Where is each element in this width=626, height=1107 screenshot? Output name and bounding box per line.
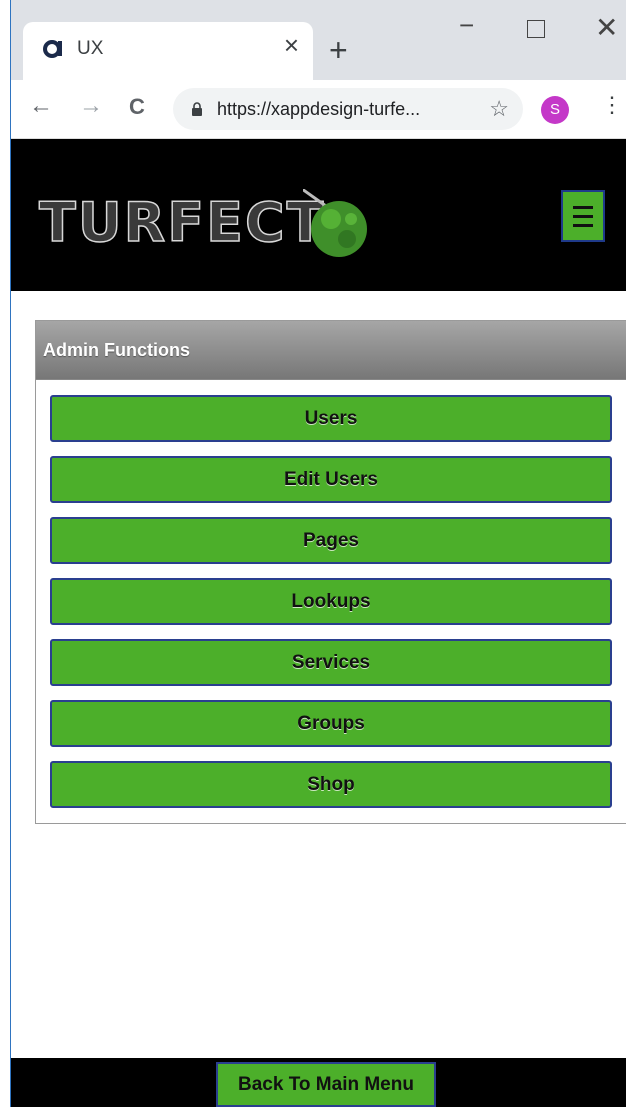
site-header: TURFECT [11, 139, 626, 291]
site-logo: TURFECT [38, 190, 326, 255]
maximize-icon[interactable] [527, 20, 545, 38]
lock-icon [192, 102, 202, 116]
back-to-main-menu-button[interactable]: Back To Main Menu [216, 1062, 436, 1107]
reload-icon[interactable]: C [129, 96, 145, 118]
lookups-button[interactable]: Lookups [50, 578, 612, 625]
page-footer: Back To Main Menu [11, 1058, 626, 1107]
tab-title: UX [77, 38, 104, 59]
new-tab-icon[interactable]: + [329, 34, 348, 66]
profile-avatar[interactable]: S [541, 96, 569, 124]
browser-menu-icon[interactable]: ⋮ [601, 94, 623, 116]
groups-button[interactable]: Groups [50, 700, 612, 747]
forward-arrow-icon[interactable]: → [79, 94, 103, 118]
panel-title: Admin Functions [43, 340, 190, 360]
back-arrow-icon[interactable]: ← [29, 94, 53, 118]
turf-ball-logo-icon [303, 189, 367, 257]
site-favicon-icon [43, 40, 62, 58]
hamburger-menu-button[interactable] [561, 190, 605, 242]
users-button[interactable]: Users [50, 395, 612, 442]
url-text: https://xappdesign-turfe... [217, 99, 421, 119]
shop-button[interactable]: Shop [50, 761, 612, 808]
browser-toolbar: ← → C https://xappdesign-turfe... ☆ S ⋮ [11, 80, 626, 139]
pages-button[interactable]: Pages [50, 517, 612, 564]
tab-strip: UX × + − ✕ [11, 0, 626, 80]
hamburger-line [573, 215, 593, 218]
hamburger-line [573, 224, 593, 227]
admin-functions-panel: Admin Functions Users Edit Users Pages L… [35, 320, 626, 824]
close-window-icon[interactable]: ✕ [595, 14, 618, 42]
services-button[interactable]: Services [50, 639, 612, 686]
tab-close-icon[interactable]: × [284, 32, 299, 58]
browser-tab[interactable]: UX × [23, 22, 313, 80]
panel-header: Admin Functions [36, 321, 626, 380]
hamburger-line [573, 206, 593, 209]
address-bar[interactable]: https://xappdesign-turfe... ☆ [173, 88, 523, 130]
window-edge [0, 0, 11, 1107]
minimize-icon[interactable]: − [459, 12, 474, 38]
bookmark-star-icon[interactable]: ☆ [489, 96, 509, 122]
edit-users-button[interactable]: Edit Users [50, 456, 612, 503]
browser-window: UX × + − ✕ ← → C https://xappdesign-turf… [11, 0, 626, 1107]
